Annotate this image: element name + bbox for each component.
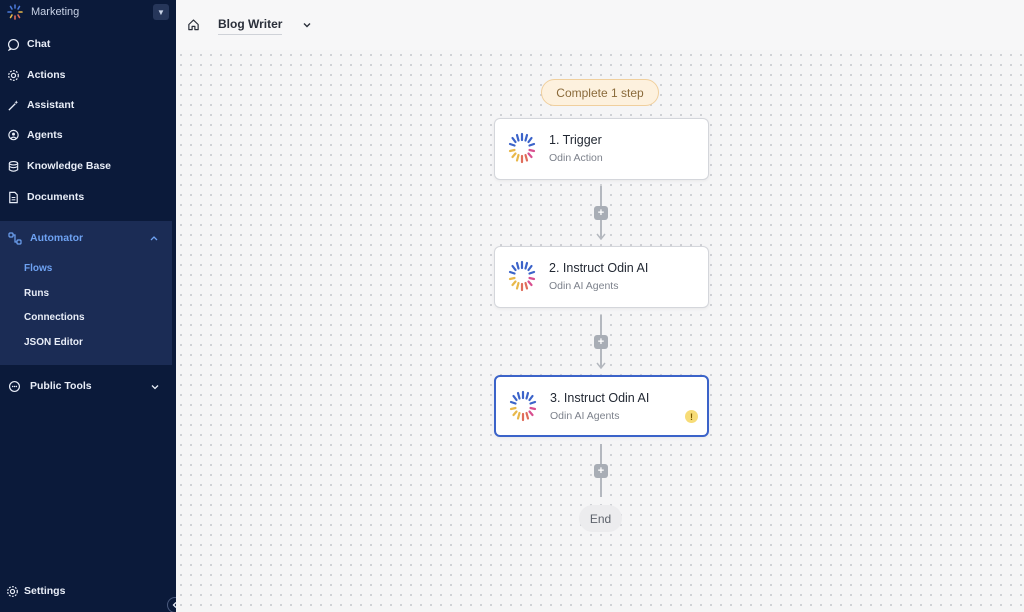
database-icon bbox=[8, 160, 19, 172]
nav-item-public-tools[interactable]: Public Tools bbox=[0, 372, 176, 400]
nav-item-agents[interactable]: Agents bbox=[0, 121, 176, 149]
odin-logo-icon bbox=[508, 132, 536, 164]
nav-item-knowledge-base[interactable]: Knowledge Base bbox=[0, 152, 176, 180]
flow-node-trigger[interactable]: 1. Trigger Odin Action bbox=[494, 118, 709, 180]
status-badge: Complete 1 step bbox=[541, 79, 659, 106]
workspace-dropdown-icon[interactable]: ▼ bbox=[153, 4, 169, 20]
nav-label: Knowledge Base bbox=[27, 160, 112, 172]
node-subtitle: Odin AI Agents bbox=[550, 410, 620, 422]
arrow-down-icon bbox=[596, 362, 606, 369]
workspace-name: Marketing bbox=[31, 6, 80, 18]
nav-item-settings[interactable]: Settings bbox=[0, 577, 176, 605]
chevron-up-icon[interactable] bbox=[149, 233, 159, 243]
agent-icon bbox=[8, 129, 19, 140]
add-step-button[interactable]: + bbox=[594, 335, 608, 349]
sub-item-flows[interactable]: Flows bbox=[24, 263, 52, 274]
chevron-down-icon[interactable] bbox=[150, 382, 160, 392]
nav-label: Public Tools bbox=[30, 380, 92, 392]
nav-label: Assistant bbox=[27, 99, 75, 111]
nav-item-assistant[interactable]: Assistant bbox=[0, 91, 176, 119]
flow-node-instruct-odin-ai[interactable]: 2. Instruct Odin AI Odin AI Agents bbox=[494, 246, 709, 308]
node-subtitle: Odin Action bbox=[549, 152, 603, 164]
odin-logo-icon bbox=[7, 4, 23, 20]
home-icon[interactable] bbox=[187, 18, 200, 31]
nav-label: Actions bbox=[27, 69, 66, 81]
nav-label: Chat bbox=[27, 38, 51, 50]
automator-label: Automator bbox=[30, 232, 84, 244]
workspace-switcher[interactable]: Marketing ▼ bbox=[0, 0, 176, 26]
odin-logo-icon bbox=[508, 260, 536, 292]
chat-bubble-icon bbox=[8, 380, 21, 392]
sidebar: Marketing ▼ Chat Actions Assistant Agent… bbox=[0, 0, 176, 612]
chat-bubble-icon bbox=[7, 38, 20, 51]
sub-item-json-editor[interactable]: JSON Editor bbox=[24, 337, 83, 348]
top-bar: Blog Writer bbox=[176, 0, 1024, 50]
node-subtitle: Odin AI Agents bbox=[549, 280, 619, 292]
node-title: 1. Trigger bbox=[549, 133, 602, 147]
flow-name[interactable]: Blog Writer bbox=[218, 17, 283, 35]
node-title: 3. Instruct Odin AI bbox=[550, 391, 650, 405]
add-step-button[interactable]: + bbox=[594, 206, 608, 220]
document-icon bbox=[9, 191, 18, 203]
nav-label: Agents bbox=[27, 129, 63, 141]
magic-wand-icon bbox=[8, 99, 19, 111]
end-node: End bbox=[579, 505, 622, 532]
nav-item-actions[interactable]: Actions bbox=[0, 61, 176, 89]
nav-label: Documents bbox=[27, 191, 85, 203]
automator-group: Automator Flows Runs Connections JSON Ed… bbox=[0, 221, 172, 365]
chevron-down-icon[interactable] bbox=[302, 20, 312, 30]
arrow-down-icon bbox=[596, 233, 606, 240]
node-title: 2. Instruct Odin AI bbox=[549, 261, 649, 275]
gear-icon bbox=[7, 585, 18, 597]
odin-logo-icon bbox=[509, 390, 537, 422]
sub-item-runs[interactable]: Runs bbox=[24, 288, 49, 299]
nav-label: Settings bbox=[24, 585, 66, 597]
flow-node-instruct-odin-ai-selected[interactable]: 3. Instruct Odin AI Odin AI Agents ! bbox=[494, 375, 709, 437]
warning-icon[interactable]: ! bbox=[685, 410, 698, 423]
gear-icon bbox=[8, 69, 19, 81]
flow-nodes-icon bbox=[8, 232, 22, 245]
nav-item-documents[interactable]: Documents bbox=[0, 183, 176, 211]
sub-item-connections[interactable]: Connections bbox=[24, 312, 85, 323]
nav-item-automator[interactable]: Automator bbox=[0, 221, 172, 255]
nav-item-chat[interactable]: Chat bbox=[0, 30, 176, 58]
add-step-button[interactable]: + bbox=[594, 464, 608, 478]
